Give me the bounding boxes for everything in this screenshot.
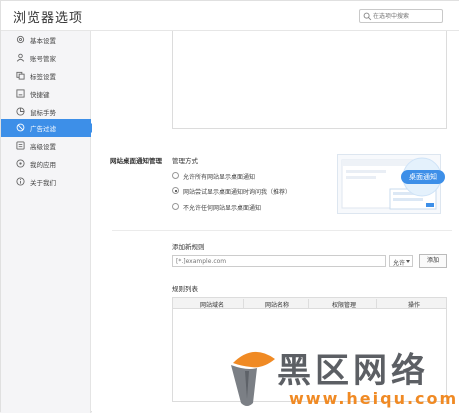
sidebar-item-label: 我的应用: [30, 161, 56, 169]
sidebar-item-shortcuts[interactable]: 快捷键: [1, 85, 91, 103]
sidebar-item-label: 标签设置: [30, 73, 56, 81]
table-header: 网站域名 网站名称 权限管理 操作: [173, 298, 446, 309]
sidebar-item-basic[interactable]: 基本设置: [1, 31, 91, 49]
radio-label: 不允许任何网站显示桌面通知: [183, 205, 262, 212]
watermark-url: www.heiqu.com: [289, 389, 459, 408]
rule-list-label: 规则列表: [172, 285, 198, 293]
column-divider: [376, 299, 377, 308]
sidebar-item-label: 快捷键: [30, 91, 50, 99]
sidebar-item-label: 关于我们: [30, 179, 56, 187]
column-header-permission: 权限管理: [332, 302, 357, 309]
tabs-icon: [16, 71, 25, 80]
permission-select[interactable]: 允许: [389, 255, 413, 267]
column-divider: [308, 299, 309, 308]
notification-section-label: 网站桌面通知管理: [110, 157, 162, 165]
browser-options-window: 浏览器选项 基本设置 账号管家 标签设置 快捷键 鼠标手势: [0, 0, 459, 413]
sidebar-item-label: 鼠标手势: [30, 109, 56, 117]
sidebar-item-label: 广告过滤: [30, 125, 56, 133]
sidebar-item-ad-filter[interactable]: 广告过滤: [1, 119, 96, 137]
sidebar-item-advanced[interactable]: 高级设置: [1, 137, 91, 155]
add-rule-button[interactable]: 添加: [419, 254, 447, 268]
sidebar-item-tabs[interactable]: 标签设置: [1, 67, 91, 85]
radio-button[interactable]: [172, 172, 179, 179]
keyboard-icon: [16, 89, 25, 98]
notification-preview-badge-text: 桌面通知: [409, 173, 437, 181]
search-input[interactable]: [373, 10, 441, 22]
watermark-logo-icon: [231, 351, 275, 406]
radio-button[interactable]: [172, 203, 179, 210]
sidebar-item-label: 基本设置: [30, 37, 56, 45]
advanced-icon: [16, 141, 25, 150]
radio-label: 网站尝试显示桌面通知时询问我（推荐）: [183, 189, 292, 196]
sidebar-item-label: 高级设置: [30, 143, 56, 151]
sidebar-item-account[interactable]: 账号管家: [1, 49, 91, 67]
window-title: 浏览器选项: [13, 11, 84, 26]
previous-section-box: [172, 31, 447, 129]
sidebar-item-my-apps[interactable]: 我的应用: [1, 155, 91, 173]
gear-icon: [16, 35, 25, 44]
section-divider: [112, 230, 452, 231]
block-icon: [16, 123, 25, 132]
column-divider: [243, 299, 244, 308]
rule-domain-input[interactable]: [172, 255, 386, 267]
sidebar: 基本设置 账号管家 标签设置 快捷键 鼠标手势 广告过滤 高级设置 我的应用 关…: [1, 31, 96, 413]
sidebar-item-label: 账号管家: [30, 55, 56, 63]
notification-preview: 桌面通知: [337, 154, 445, 214]
column-header-action: 操作: [408, 302, 421, 309]
search-icon: [363, 12, 372, 21]
info-icon: [16, 177, 25, 186]
sidebar-item-about[interactable]: 关于我们: [1, 173, 91, 191]
column-header-site-name: 网站名称: [265, 302, 290, 309]
watermark: 黑区网络 www.heiqu.com: [227, 339, 459, 413]
chevron-down-icon: [406, 260, 410, 263]
notification-preview-illustration: [341, 157, 445, 210]
user-icon: [16, 53, 25, 62]
add-rule-label: 添加新规则: [172, 243, 205, 251]
radio-button[interactable]: [172, 187, 179, 194]
radio-label: 允许所有网站显示桌面通知: [183, 174, 256, 181]
column-header-domain: 网站域名: [200, 302, 225, 309]
manage-mode-label: 管理方式: [172, 157, 198, 165]
apps-icon: [16, 159, 25, 168]
watermark-brand: 黑区网络: [277, 351, 429, 391]
title-bar: 浏览器选项: [1, 1, 459, 31]
options-search-box[interactable]: [359, 9, 443, 23]
mouse-icon: [16, 107, 25, 116]
permission-select-value: 允许: [393, 260, 406, 267]
